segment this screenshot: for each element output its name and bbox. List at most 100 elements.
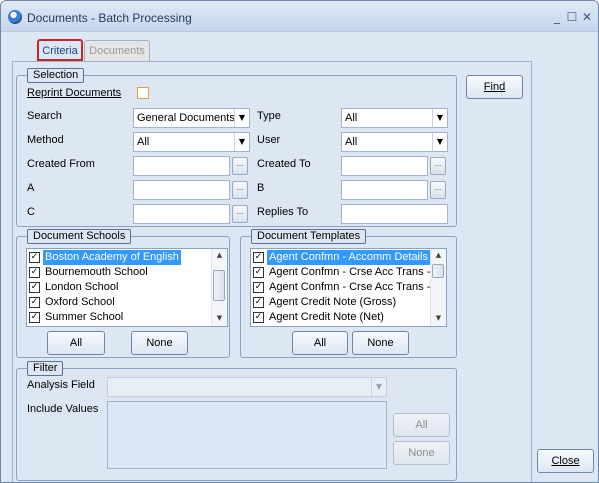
list-item[interactable]: ✓ Agent Confmn - Crse Acc Trans - bbox=[253, 280, 432, 295]
scroll-down-icon[interactable]: ▼ bbox=[431, 312, 446, 325]
created-to-ellipsis-button[interactable]: ... bbox=[430, 157, 446, 175]
check-icon[interactable]: ✓ bbox=[29, 267, 40, 278]
templates-all-button[interactable]: All bbox=[292, 331, 348, 355]
user-value: All bbox=[345, 136, 358, 148]
selection-group-label: Selection bbox=[27, 68, 85, 83]
type-value: All bbox=[345, 112, 358, 124]
check-icon[interactable]: ✓ bbox=[29, 297, 40, 308]
created-to-field[interactable] bbox=[341, 156, 428, 176]
include-values-label: Include Values bbox=[27, 403, 99, 415]
selection-group: Selection Reprint Documents Search Gener… bbox=[16, 68, 457, 227]
school-label: Oxford School bbox=[45, 296, 115, 308]
scroll-thumb[interactable] bbox=[432, 264, 444, 278]
find-label: Find bbox=[483, 81, 506, 93]
a-ellipsis-button[interactable]: ... bbox=[232, 181, 248, 199]
check-icon[interactable]: ✓ bbox=[29, 312, 40, 323]
scroll-up-icon[interactable]: ▲ bbox=[212, 249, 227, 262]
check-icon[interactable]: ✓ bbox=[29, 282, 40, 293]
templates-scrollbar[interactable]: ▲ ▼ bbox=[430, 249, 446, 326]
type-label: Type bbox=[257, 110, 281, 122]
list-item[interactable]: ✓ Agent Credit Note (Gross) bbox=[253, 295, 432, 310]
list-item[interactable]: ✓ Bournemouth School bbox=[29, 265, 213, 280]
user-dropdown[interactable]: All ▼ bbox=[341, 132, 448, 152]
school-label: Bournemouth School bbox=[45, 266, 148, 278]
chevron-down-icon[interactable]: ▼ bbox=[234, 133, 249, 151]
analysis-field-dropdown[interactable]: ▼ bbox=[107, 377, 387, 397]
check-icon[interactable]: ✓ bbox=[253, 267, 264, 278]
include-values-list[interactable] bbox=[107, 401, 387, 469]
c-field[interactable] bbox=[133, 204, 230, 224]
templates-none-button[interactable]: None bbox=[352, 331, 409, 355]
replies-to-label: Replies To bbox=[257, 206, 309, 218]
reprint-documents-label[interactable]: Reprint Documents bbox=[27, 87, 121, 99]
criteria-panel: Selection Reprint Documents Search Gener… bbox=[12, 61, 532, 482]
created-to-label: Created To bbox=[257, 158, 311, 170]
template-label: Agent Confmn - Accomm Details bbox=[267, 250, 430, 265]
close-window-button[interactable]: ✕ bbox=[579, 10, 595, 24]
chevron-down-icon[interactable]: ▼ bbox=[371, 378, 386, 396]
scroll-up-icon[interactable]: ▲ bbox=[431, 249, 446, 262]
check-icon[interactable]: ✓ bbox=[29, 252, 40, 263]
scroll-thumb[interactable] bbox=[213, 270, 225, 301]
template-label: Agent Credit Note (Net) bbox=[269, 311, 384, 323]
schools-all-button[interactable]: All bbox=[47, 331, 105, 355]
tab-documents[interactable]: Documents bbox=[84, 40, 150, 62]
title-bar[interactable]: Documents - Batch Processing _ ☐ ✕ bbox=[1, 1, 598, 32]
a-field[interactable] bbox=[133, 180, 230, 200]
schools-none-button[interactable]: None bbox=[131, 331, 188, 355]
filter-none-button[interactable]: None bbox=[393, 441, 450, 465]
window-title: Documents - Batch Processing bbox=[27, 11, 192, 25]
list-item[interactable]: ✓ Agent Confmn - Accomm Details bbox=[253, 250, 432, 265]
check-icon[interactable]: ✓ bbox=[253, 297, 264, 308]
method-value: All bbox=[137, 136, 150, 148]
search-dropdown[interactable]: General Documents ▼ bbox=[133, 108, 250, 128]
list-item[interactable]: ✓ Boston Academy of English bbox=[29, 250, 213, 265]
b-ellipsis-button[interactable]: ... bbox=[430, 181, 446, 199]
list-item[interactable]: ✓ Oxford School bbox=[29, 295, 213, 310]
type-dropdown[interactable]: All ▼ bbox=[341, 108, 448, 128]
user-label: User bbox=[257, 134, 281, 146]
replies-to-field[interactable] bbox=[341, 204, 448, 224]
check-icon[interactable]: ✓ bbox=[253, 252, 264, 263]
b-field[interactable] bbox=[341, 180, 428, 200]
template-label: Agent Confmn - Crse Acc Trans - bbox=[269, 281, 431, 293]
analysis-field-label: Analysis Field bbox=[27, 379, 95, 391]
document-templates-group: Document Templates ✓ Agent Confmn - Acco… bbox=[240, 229, 457, 358]
check-icon[interactable]: ✓ bbox=[253, 312, 264, 323]
created-from-label: Created From bbox=[27, 158, 95, 170]
chevron-down-icon[interactable]: ▼ bbox=[432, 109, 447, 127]
method-dropdown[interactable]: All ▼ bbox=[133, 132, 250, 152]
close-button[interactable]: Close bbox=[537, 449, 594, 473]
template-label: Agent Confmn - Crse Acc Trans - bbox=[269, 266, 431, 278]
templates-list[interactable]: ✓ Agent Confmn - Accomm Details ✓ Agent … bbox=[250, 248, 447, 327]
reprint-documents-checkbox[interactable] bbox=[137, 87, 149, 99]
created-from-field[interactable] bbox=[133, 156, 230, 176]
c-ellipsis-button[interactable]: ... bbox=[232, 205, 248, 223]
c-label: C bbox=[27, 206, 35, 218]
tab-criteria[interactable]: Criteria bbox=[37, 39, 83, 61]
search-value: General Documents bbox=[137, 112, 235, 124]
schools-scrollbar[interactable]: ▲ ▼ bbox=[211, 249, 227, 326]
chevron-down-icon[interactable]: ▼ bbox=[432, 133, 447, 151]
chevron-down-icon[interactable]: ▼ bbox=[234, 109, 249, 127]
list-item[interactable]: ✓ London School bbox=[29, 280, 213, 295]
scroll-down-icon[interactable]: ▼ bbox=[212, 312, 227, 325]
filter-group-label: Filter bbox=[27, 361, 64, 376]
check-icon[interactable]: ✓ bbox=[253, 282, 264, 293]
list-item[interactable]: ✓ Agent Credit Note (Net) bbox=[253, 310, 432, 325]
school-label: Boston Academy of English bbox=[43, 250, 181, 265]
created-from-ellipsis-button[interactable]: ... bbox=[232, 157, 248, 175]
list-item[interactable]: ✓ Summer School bbox=[29, 310, 213, 325]
template-label: Agent Credit Note (Gross) bbox=[269, 296, 397, 308]
schools-list[interactable]: ✓ Boston Academy of English ✓ Bournemout… bbox=[26, 248, 228, 327]
find-button[interactable]: Find bbox=[466, 75, 523, 99]
minimize-button[interactable]: _ bbox=[549, 10, 565, 24]
school-label: Summer School bbox=[45, 311, 124, 323]
document-schools-group: Document Schools ✓ Boston Academy of Eng… bbox=[16, 229, 230, 358]
search-label: Search bbox=[27, 110, 62, 122]
filter-all-button[interactable]: All bbox=[393, 413, 450, 437]
list-item[interactable]: ✓ Agent Confmn - Crse Acc Trans - bbox=[253, 265, 432, 280]
method-label: Method bbox=[27, 134, 64, 146]
maximize-button[interactable]: ☐ bbox=[564, 10, 580, 24]
document-templates-group-label: Document Templates bbox=[251, 229, 367, 244]
